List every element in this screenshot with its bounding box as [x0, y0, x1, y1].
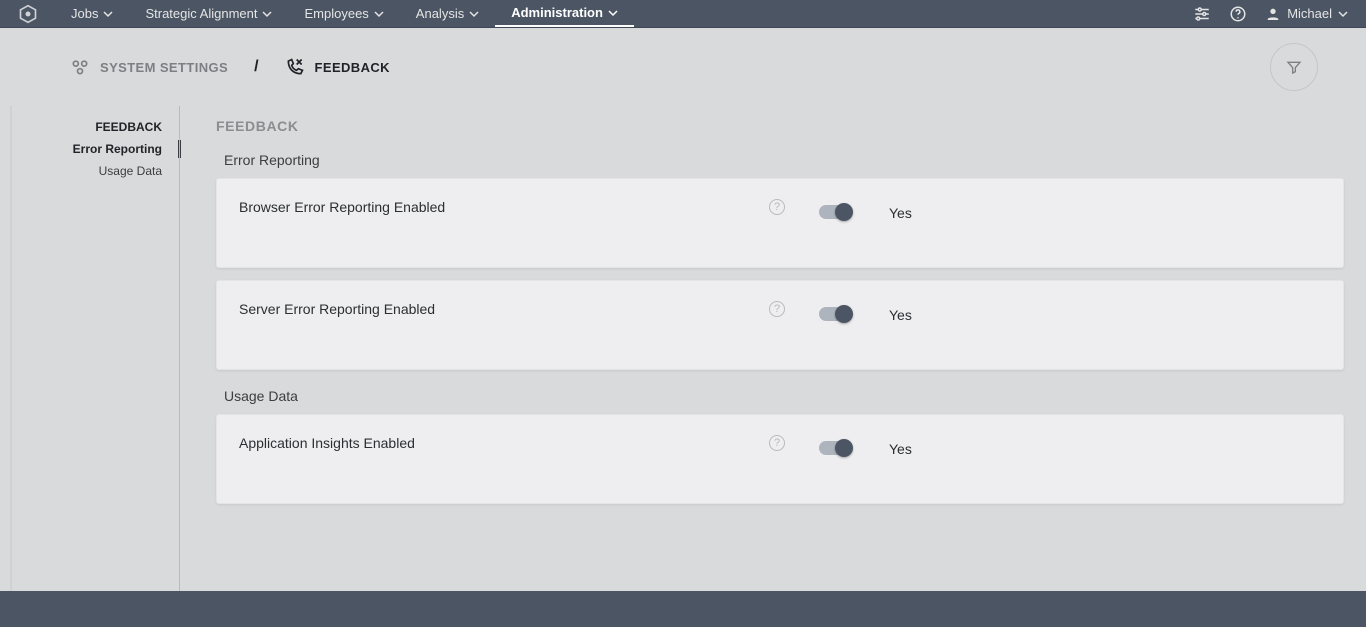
group-title-usage-data: Usage Data [224, 388, 1344, 404]
help-icon[interactable]: ? [769, 199, 785, 215]
filter-icon [1286, 59, 1302, 75]
setting-card-browser-error-reporting: Browser Error Reporting Enabled ? Yes [216, 178, 1344, 268]
filter-button[interactable] [1270, 43, 1318, 91]
toggle-value-label: Yes [889, 441, 912, 457]
chevron-down-icon [608, 8, 618, 18]
settings-icon [70, 57, 90, 77]
nav-item-label: Employees [304, 6, 368, 21]
section-title: FEEDBACK [216, 118, 1344, 134]
chevron-down-icon [374, 9, 384, 19]
footer-bar [0, 591, 1366, 627]
nav-items: Jobs Strategic Alignment Employees Analy… [55, 0, 634, 27]
setting-label: Browser Error Reporting Enabled [239, 199, 759, 215]
chevron-down-icon [469, 9, 479, 19]
phone-feedback-icon [285, 57, 305, 77]
chevron-down-icon [262, 9, 272, 19]
setting-card-application-insights: Application Insights Enabled ? Yes [216, 414, 1344, 504]
breadcrumb: SYSTEM SETTINGS / FEEDBACK [70, 57, 390, 77]
nav-item-jobs[interactable]: Jobs [55, 0, 129, 27]
user-menu[interactable]: Michael [1265, 6, 1348, 22]
toggle-browser-error-reporting[interactable] [819, 205, 851, 219]
breadcrumb-separator: / [254, 58, 258, 76]
toggle-server-error-reporting[interactable] [819, 307, 851, 321]
nav-item-employees[interactable]: Employees [288, 0, 399, 27]
group-title-error-reporting: Error Reporting [224, 152, 1344, 168]
hexagon-logo-icon [18, 4, 38, 24]
nav-item-label: Administration [511, 5, 603, 20]
sliders-icon[interactable] [1193, 5, 1211, 23]
nav-item-analysis[interactable]: Analysis [400, 0, 495, 27]
nav-item-label: Analysis [416, 6, 464, 21]
help-icon[interactable]: ? [769, 435, 785, 451]
sidebar-item-error-reporting[interactable]: Error Reporting [12, 138, 180, 160]
breadcrumb-row: SYSTEM SETTINGS / FEEDBACK [0, 28, 1366, 106]
sidebar-heading[interactable]: FEEDBACK [12, 116, 180, 138]
chevron-down-icon [1338, 9, 1348, 19]
help-icon[interactable]: ? [769, 301, 785, 317]
app-logo[interactable] [0, 4, 55, 24]
nav-item-label: Strategic Alignment [145, 6, 257, 21]
setting-label: Application Insights Enabled [239, 435, 759, 451]
setting-card-server-error-reporting: Server Error Reporting Enabled ? Yes [216, 280, 1344, 370]
nav-item-administration[interactable]: Administration [495, 0, 634, 27]
top-nav: Jobs Strategic Alignment Employees Analy… [0, 0, 1366, 28]
settings-sidebar: FEEDBACK Error Reporting Usage Data [10, 106, 180, 591]
user-icon [1265, 6, 1281, 22]
nav-item-label: Jobs [71, 6, 98, 21]
breadcrumb-leaf: FEEDBACK [315, 60, 390, 75]
help-icon[interactable] [1229, 5, 1247, 23]
content-row: FEEDBACK Error Reporting Usage Data FEED… [0, 106, 1366, 591]
user-name: Michael [1287, 6, 1332, 21]
chevron-down-icon [103, 9, 113, 19]
topnav-right: Michael [1193, 0, 1366, 27]
sidebar-item-usage-data[interactable]: Usage Data [12, 160, 180, 182]
setting-label: Server Error Reporting Enabled [239, 301, 759, 317]
breadcrumb-root[interactable]: SYSTEM SETTINGS [100, 60, 228, 75]
toggle-value-label: Yes [889, 307, 912, 323]
toggle-application-insights[interactable] [819, 441, 851, 455]
nav-item-strategic-alignment[interactable]: Strategic Alignment [129, 0, 288, 27]
main-panel: FEEDBACK Error Reporting Browser Error R… [180, 106, 1366, 591]
toggle-value-label: Yes [889, 205, 912, 221]
